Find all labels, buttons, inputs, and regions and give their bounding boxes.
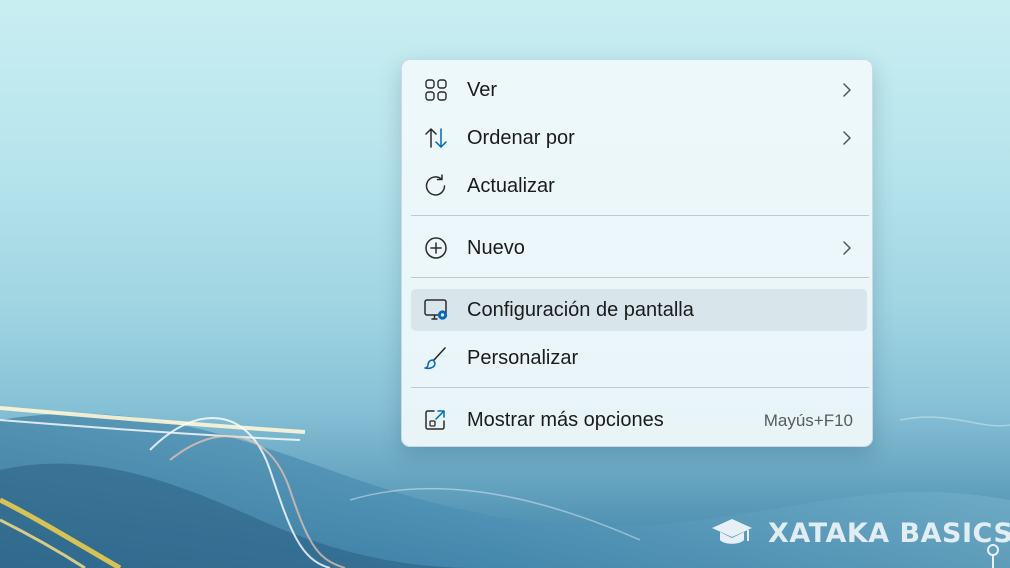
menu-item-label: Mostrar más opciones (467, 409, 664, 431)
sort-arrows-icon (423, 126, 449, 150)
menu-item-label: Actualizar (467, 175, 555, 197)
menu-item-label: Ver (467, 79, 498, 101)
menu-item-ordenar-por[interactable]: Ordenar por (411, 117, 867, 159)
menu-item-label: Nuevo (467, 237, 525, 259)
chevron-right-icon (841, 129, 853, 147)
menu-item-personalizar[interactable]: Personalizar (411, 337, 867, 379)
menu-separator (411, 215, 869, 216)
menu-item-configuracion-de-pantalla[interactable]: Configuración de pantalla (411, 289, 867, 331)
menu-separator (411, 387, 869, 388)
menu-item-label: Configuración de pantalla (467, 299, 694, 321)
open-external-icon (423, 408, 449, 432)
menu-item-mostrar-mas-opciones[interactable]: Mostrar más opciones Mayús+F10 (411, 399, 867, 441)
keyboard-shortcut: Mayús+F10 (763, 411, 853, 430)
menu-item-ver[interactable]: Ver (411, 69, 867, 111)
menu-item-actualizar[interactable]: Actualizar (411, 165, 867, 207)
menu-item-label: Personalizar (467, 347, 579, 369)
refresh-icon (423, 174, 449, 198)
display-settings-icon (423, 298, 449, 322)
watermark-text: XATAKA BASICS (768, 518, 1010, 549)
location-pin-icon (985, 542, 1001, 568)
chevron-right-icon (841, 239, 853, 257)
menu-item-nuevo[interactable]: Nuevo (411, 227, 867, 269)
menu-separator (411, 277, 869, 278)
brush-icon (423, 346, 449, 370)
menu-item-label: Ordenar por (467, 127, 575, 149)
graduation-cap-icon (710, 517, 754, 549)
desktop-context-menu: Ver Ordenar por Actualizar Nuevo Configu… (401, 59, 873, 447)
chevron-right-icon (841, 81, 853, 99)
grid-icon (423, 78, 449, 102)
plus-circle-icon (423, 236, 449, 260)
